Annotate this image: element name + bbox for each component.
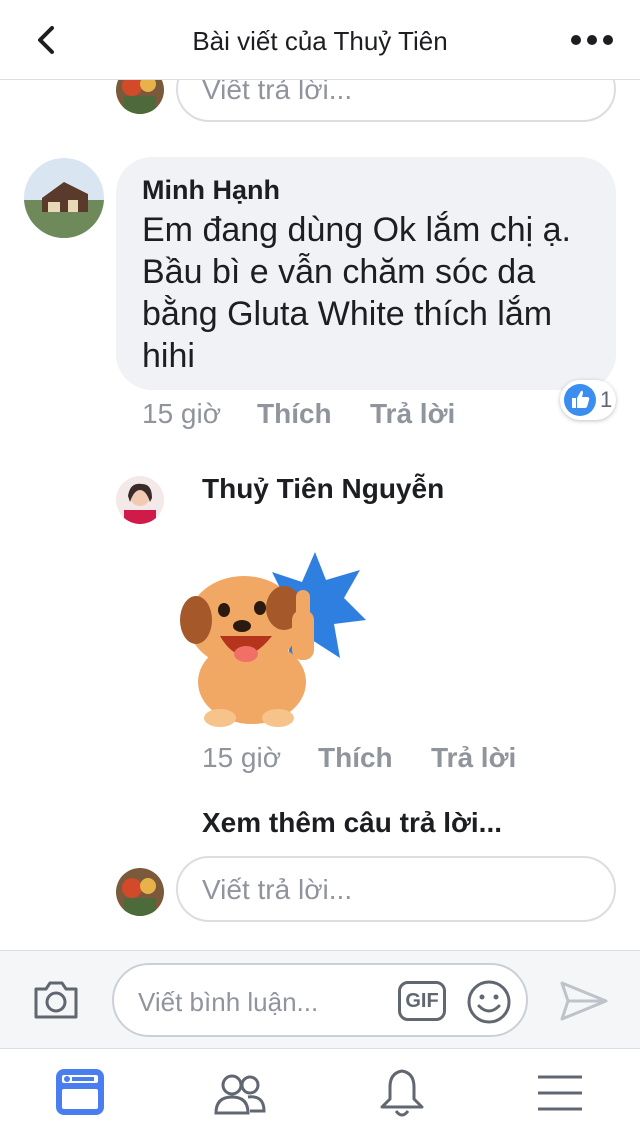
like-reaction-icon — [564, 384, 596, 416]
notifications-icon[interactable] — [372, 1065, 432, 1121]
like-link[interactable]: Thích — [318, 742, 393, 774]
reply-input-top[interactable]: Viết trả lời... — [176, 80, 616, 122]
reply-author[interactable]: Thuỷ Tiên Nguyễn — [202, 473, 444, 505]
reply-link[interactable]: Trả lời — [431, 742, 516, 774]
friends-icon[interactable] — [210, 1065, 270, 1121]
gif-button-label: GIF — [405, 990, 439, 1012]
news-feed-icon[interactable] — [50, 1065, 110, 1121]
comment-input[interactable]: Viết bình luận... GIF — [112, 963, 528, 1037]
like-link[interactable]: Thích — [257, 398, 332, 430]
dog-thumbs-up-sticker — [180, 550, 370, 730]
reply-input-placeholder: Viết trả lời... — [202, 874, 353, 905]
avatar[interactable] — [24, 158, 104, 238]
reply-input-bottom[interactable]: Viết trả lời... — [176, 856, 616, 922]
comment-thread: Viết trả lời... Minh Hạnh Em đang dùng O… — [0, 80, 640, 950]
camera-icon[interactable] — [32, 979, 80, 1021]
gif-button[interactable]: GIF — [398, 981, 446, 1021]
page-title: Bài viết của Thuỷ Tiên — [192, 26, 448, 56]
reaction-count: 1 — [600, 387, 613, 412]
comment-timestamp: 15 giờ — [142, 398, 222, 429]
reply-link[interactable]: Trả lời — [370, 398, 455, 430]
reply-timestamp: 15 giờ — [202, 742, 282, 773]
top-navigation-bar: Bài viết của Thuỷ Tiên — [0, 0, 640, 80]
menu-icon[interactable] — [530, 1065, 590, 1121]
current-user-avatar — [116, 80, 164, 114]
reply-input-placeholder: Viết trả lời... — [202, 80, 353, 105]
send-icon[interactable] — [558, 979, 610, 1023]
view-more-replies-link[interactable]: Xem thêm câu trả lời... — [202, 807, 502, 839]
comment-bubble[interactable]: Minh Hạnh Em đang dùng Ok lắm chị ạ. Bầu… — [116, 157, 616, 390]
reaction-summary[interactable]: 1 — [560, 380, 616, 420]
comment-input-placeholder: Viết bình luận... — [138, 987, 319, 1017]
comment-composer: Viết bình luận... GIF — [0, 950, 640, 1048]
avatar[interactable] — [116, 476, 164, 524]
bottom-tab-bar — [0, 1048, 640, 1136]
emoji-icon[interactable] — [466, 979, 512, 1025]
comment-author[interactable]: Minh Hạnh — [142, 175, 280, 206]
comment-text: Em đang dùng Ok lắm chị ạ. Bầu bì e vẫn … — [142, 211, 572, 375]
current-user-avatar — [116, 868, 164, 916]
more-horizontal-icon[interactable] — [570, 26, 614, 54]
